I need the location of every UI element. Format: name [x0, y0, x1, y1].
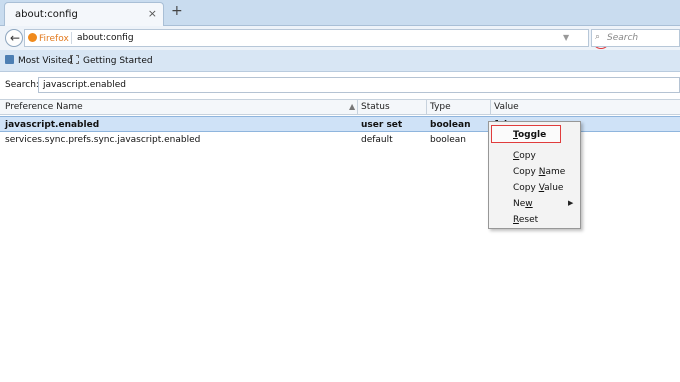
url-bar[interactable]: Firefox about:config ▼ ↻	[24, 29, 610, 49]
close-icon[interactable]: ×	[148, 7, 157, 20]
bookmark-getting-started[interactable]: Getting Started	[70, 55, 153, 66]
config-search-label: Search:	[5, 80, 39, 90]
bookmark-label: Most Visited	[18, 56, 73, 66]
pref-status: default	[361, 135, 393, 145]
bookmark-most-visited[interactable]: Most Visited	[5, 55, 73, 66]
config-search-input[interactable]: javascript.enabled	[38, 77, 680, 93]
column-header-value[interactable]: Value	[494, 102, 519, 112]
menu-item-copy-value[interactable]: Copy Value	[513, 183, 563, 193]
getting-started-icon	[70, 55, 79, 64]
tab-bar: about:config × +	[0, 0, 680, 26]
navigation-bar: ← Firefox about:config ▼ ↻ ⌕	[0, 26, 680, 50]
tab-about-config[interactable]: about:config ×	[4, 2, 164, 26]
column-header-type[interactable]: Type	[430, 102, 451, 112]
url-separator	[71, 32, 72, 44]
url-text[interactable]: about:config	[77, 33, 134, 43]
table-header: Preference Name ▲ Status Type Value	[0, 99, 680, 115]
new-tab-button[interactable]: +	[171, 3, 183, 19]
pref-type: boolean	[430, 135, 466, 145]
pref-name: javascript.enabled	[5, 120, 100, 130]
back-arrow-icon: ←	[10, 31, 21, 45]
bookmarks-toolbar: Most Visited Getting Started	[0, 50, 680, 72]
submenu-arrow-icon: ▶	[568, 199, 574, 207]
menu-item-toggle[interactable]: Toggle	[513, 130, 546, 140]
menu-item-new[interactable]: New	[513, 199, 533, 209]
pref-name: services.sync.prefs.sync.javascript.enab…	[5, 135, 201, 145]
column-header-status[interactable]: Status	[361, 102, 390, 112]
firefox-logo-icon	[28, 33, 37, 42]
search-bar[interactable]: ⌕	[591, 29, 680, 47]
search-icon: ⌕	[595, 32, 601, 42]
bookmark-label: Getting Started	[83, 56, 153, 66]
config-search-row: Search: javascript.enabled	[0, 72, 680, 98]
menu-item-copy-name[interactable]: Copy Name	[513, 167, 565, 177]
column-divider[interactable]	[357, 100, 358, 114]
url-dropmarker-icon[interactable]: ▼	[563, 33, 569, 42]
menu-item-copy[interactable]: Copy	[513, 151, 536, 161]
context-menu: Toggle Copy Copy Name Copy Value New ▶ R…	[488, 121, 581, 229]
pref-status: user set	[361, 120, 403, 130]
most-visited-icon	[5, 55, 14, 64]
identity-box[interactable]: Firefox	[28, 33, 69, 44]
column-divider[interactable]	[426, 100, 427, 114]
tab-title: about:config	[15, 9, 78, 20]
column-header-name[interactable]: Preference Name	[5, 102, 83, 112]
search-input[interactable]	[607, 31, 677, 45]
menu-item-reset[interactable]: Reset	[513, 215, 538, 225]
pref-type: boolean	[430, 120, 471, 130]
sort-ascending-icon: ▲	[349, 102, 356, 111]
column-divider[interactable]	[490, 100, 491, 114]
back-button[interactable]: ←	[5, 29, 23, 47]
identity-label: Firefox	[39, 34, 69, 44]
